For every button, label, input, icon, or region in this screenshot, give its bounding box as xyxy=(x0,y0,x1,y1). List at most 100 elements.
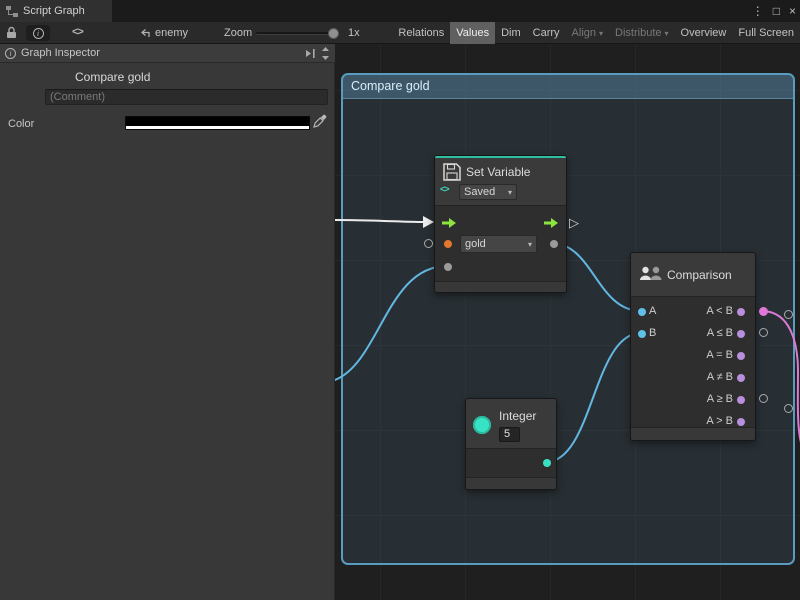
main-area: i Graph Inspector Compare gold Color xyxy=(0,44,800,600)
comparison-row: B A ≤ B xyxy=(631,323,755,345)
graph-breadcrumb-icon xyxy=(140,28,151,38)
output-label-a-gt-b: A > B xyxy=(706,415,733,427)
graph-breadcrumb[interactable]: enemy xyxy=(155,27,188,39)
node-title: Integer xyxy=(499,409,536,423)
port-variable-name[interactable] xyxy=(444,240,452,248)
save-variable-icon xyxy=(442,162,462,182)
output-label-a-gte-b: A ≥ B xyxy=(707,393,733,405)
port-output-a-gte-b[interactable] xyxy=(737,396,745,404)
chevron-down-icon: ▾ xyxy=(528,240,532,249)
integer-value-field[interactable]: 5 xyxy=(499,427,520,442)
integer-icon xyxy=(473,416,491,434)
titlebar: Script Graph ⋮ □ × xyxy=(0,0,800,22)
port-unconnected[interactable] xyxy=(759,328,768,337)
node-integer[interactable]: Integer 5 xyxy=(465,398,557,490)
variable-value: gold xyxy=(465,238,486,250)
zoom-value: 1x xyxy=(348,27,360,39)
tab-script-graph[interactable]: Script Graph xyxy=(0,0,112,22)
maximize-icon[interactable]: □ xyxy=(773,4,780,18)
flow-continue-icon[interactable]: ▷ xyxy=(569,216,579,229)
input-a-label: A xyxy=(649,305,656,317)
toolbar: i <> enemy Zoom 1x Relations Values Dim … xyxy=(0,22,800,44)
alpha-bar xyxy=(126,126,309,129)
port-output-a-gt-b[interactable] xyxy=(737,418,745,426)
port-output-a-lt-b[interactable] xyxy=(737,308,745,316)
toolbar-buttons: Relations Values Dim Carry Align ▾ Distr… xyxy=(392,22,800,44)
node-title: Set Variable xyxy=(466,165,530,179)
output-label-a-lte-b: A ≤ B xyxy=(707,327,733,339)
port-connected-output[interactable] xyxy=(759,307,768,316)
variable-scope-dropdown[interactable]: Saved ▾ xyxy=(459,184,517,200)
group-header[interactable]: Compare gold xyxy=(343,75,793,99)
inspector-header: i Graph Inspector xyxy=(0,44,335,63)
close-icon[interactable]: × xyxy=(789,4,796,18)
port-value-input[interactable] xyxy=(444,263,452,271)
node-footer xyxy=(631,427,755,440)
eyedropper-icon[interactable] xyxy=(313,114,327,128)
distribute-label: Distribute xyxy=(615,27,661,39)
port-output-a-lte-b[interactable] xyxy=(737,330,745,338)
tab-label: Script Graph xyxy=(23,5,85,17)
comparison-row: A = B xyxy=(631,345,755,367)
lock-icon[interactable] xyxy=(6,26,17,39)
output-label-a-eq-b: A = B xyxy=(706,349,733,361)
flow-out-arrow-icon[interactable] xyxy=(543,217,559,229)
chevron-down-icon: ▾ xyxy=(508,188,512,197)
window-menu-icon[interactable]: ⋮ xyxy=(752,4,764,18)
inspector-toggle-button[interactable]: i xyxy=(26,25,50,41)
toolbar-button-carry[interactable]: Carry xyxy=(527,22,566,44)
input-b-label: B xyxy=(649,327,656,339)
inspector-header-label: Graph Inspector xyxy=(21,47,100,59)
port-output-a-neq-b[interactable] xyxy=(737,374,745,382)
output-label-a-neq-b: A ≠ B xyxy=(707,371,733,383)
output-label-a-lt-b: A < B xyxy=(706,305,733,317)
align-label: Align xyxy=(572,27,596,39)
variable-name-dropdown[interactable]: gold ▾ xyxy=(460,235,537,253)
info-icon: i xyxy=(5,48,16,59)
comment-input[interactable] xyxy=(45,89,328,105)
toolbar-button-relations[interactable]: Relations xyxy=(392,22,450,44)
color-label: Color xyxy=(8,118,34,130)
toolbar-button-distribute[interactable]: Distribute ▾ xyxy=(609,22,674,44)
toolbar-button-values[interactable]: Values xyxy=(450,22,495,44)
toolbar-button-fullscreen[interactable]: Full Screen xyxy=(732,22,800,44)
comparison-row: A ≠ B xyxy=(631,367,755,389)
port-integer-output[interactable] xyxy=(543,459,551,467)
toolbar-button-dim[interactable]: Dim xyxy=(495,22,527,44)
color-field[interactable] xyxy=(125,116,310,130)
zoom-slider-handle[interactable] xyxy=(328,28,339,39)
chevron-down-icon: ▾ xyxy=(599,29,603,38)
collapse-panel-icon[interactable] xyxy=(305,49,316,58)
pane-scrubber-icon[interactable] xyxy=(321,47,330,60)
code-view-icon[interactable]: <> xyxy=(72,26,83,38)
port-input-a[interactable] xyxy=(638,308,646,316)
comparison-row: A ≥ B xyxy=(631,389,755,411)
graph-inspector-panel: i Graph Inspector Compare gold Color xyxy=(0,44,335,600)
node-footer xyxy=(466,477,556,489)
port-unconnected[interactable] xyxy=(424,239,433,248)
script-graph-icon xyxy=(6,6,18,17)
zoom-slider-track[interactable] xyxy=(256,32,336,35)
flow-in-arrow-icon[interactable] xyxy=(441,217,457,229)
node-comparison[interactable]: Comparison A A < B B A ≤ B A = B xyxy=(630,252,756,441)
info-icon: i xyxy=(33,28,44,39)
port-value-output[interactable] xyxy=(550,240,558,248)
port-output-a-eq-b[interactable] xyxy=(737,352,745,360)
node-footer xyxy=(435,281,566,292)
toolbar-button-overview[interactable]: Overview xyxy=(675,22,733,44)
port-input-b[interactable] xyxy=(638,330,646,338)
code-badge-icon: <> xyxy=(440,184,449,194)
node-set-variable[interactable]: <> Set Variable Saved ▾ gold ▾ xyxy=(434,155,567,293)
port-unconnected[interactable] xyxy=(759,394,768,403)
graph-title: Compare gold xyxy=(75,70,150,84)
chevron-down-icon: ▾ xyxy=(665,29,669,38)
port-unconnected[interactable] xyxy=(784,310,793,319)
scope-value: Saved xyxy=(464,186,495,198)
node-title: Comparison xyxy=(667,268,732,282)
zoom-label: Zoom xyxy=(224,27,252,39)
port-unconnected[interactable] xyxy=(784,404,793,413)
window-controls: ⋮ □ × xyxy=(752,0,796,22)
graph-canvas[interactable]: Compare gold <> S xyxy=(335,44,800,600)
toolbar-button-align[interactable]: Align ▾ xyxy=(566,22,609,44)
comparison-icon xyxy=(639,265,663,283)
